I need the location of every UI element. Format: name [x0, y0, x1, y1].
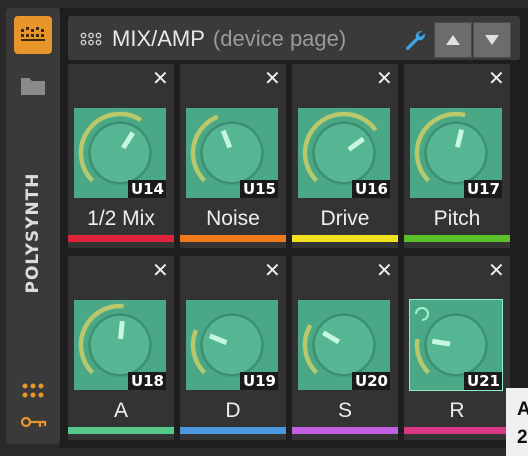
synth-icon-button[interactable] [14, 16, 52, 54]
macro-color-bar [292, 235, 398, 242]
macro-u-label: U21 [463, 372, 502, 390]
macro-u-label: U15 [239, 180, 278, 198]
macro-color-bar [180, 427, 286, 434]
macro-cell[interactable]: ✕ U15 Noise [180, 64, 286, 248]
arrow-down-icon [485, 35, 499, 45]
macro-cell[interactable]: ✕ U18 A [68, 256, 174, 440]
arrow-up-icon [446, 35, 460, 45]
macro-color-bar [404, 427, 510, 434]
macro-name: D [225, 399, 241, 422]
close-icon[interactable]: ✕ [264, 260, 281, 280]
macro-u-label: U18 [127, 372, 166, 390]
macro-color-bar [68, 235, 174, 242]
close-icon[interactable]: ✕ [264, 68, 281, 88]
macro-cell[interactable]: ✕ U21 R [404, 256, 510, 440]
tooltip: A 2 [506, 388, 528, 456]
macro-color-bar [180, 235, 286, 242]
page-subtitle: (device page) [212, 26, 347, 51]
macro-u-label: U14 [127, 180, 166, 198]
macro-name: A [113, 399, 128, 422]
macro-color-bar [68, 427, 174, 434]
page-title-text: MIX/AMP [112, 26, 205, 51]
macro-name: Pitch [433, 207, 481, 230]
device-panel: MIX/AMP (device page) ✕ U14 1/2 Mix ✕ U15 Nois… [60, 8, 528, 448]
macro-cell[interactable]: ✕ U14 1/2 Mix [68, 64, 174, 248]
macro-u-label: U16 [351, 180, 390, 198]
tooltip-line-2: 2 [517, 427, 528, 448]
macro-knob[interactable]: U18 [74, 300, 166, 390]
synth-icon [21, 27, 45, 41]
close-icon[interactable]: ✕ [152, 68, 169, 88]
wrench-icon[interactable] [402, 28, 426, 52]
macro-knob[interactable]: U16 [298, 108, 390, 198]
macro-name: Drive [320, 207, 370, 230]
page-title[interactable]: MIX/AMP (device page) [112, 26, 346, 52]
macro-knob[interactable]: U19 [186, 300, 278, 390]
macro-u-label: U19 [239, 372, 278, 390]
tooltip-line-1: A [517, 399, 528, 420]
dots-grid-icon[interactable] [21, 382, 45, 400]
macro-cell[interactable]: ✕ U16 Drive [292, 64, 398, 248]
macro-knob[interactable]: U14 [74, 108, 166, 198]
close-icon[interactable]: ✕ [152, 260, 169, 280]
close-icon[interactable]: ✕ [376, 68, 393, 88]
macro-knob[interactable]: U17 [410, 108, 502, 198]
close-icon[interactable]: ✕ [488, 68, 505, 88]
device-label: POLYSYNTH [23, 172, 43, 294]
close-icon[interactable]: ✕ [376, 260, 393, 280]
macro-name: R [449, 399, 465, 422]
macro-color-bar [404, 235, 510, 242]
grid-icon[interactable] [80, 32, 102, 46]
macro-color-bar [292, 427, 398, 434]
macro-cell[interactable]: ✕ U17 Pitch [404, 64, 510, 248]
macro-cell[interactable]: ✕ U20 S [292, 256, 398, 440]
macro-cell[interactable]: ✕ U19 D [180, 256, 286, 440]
macro-knob[interactable]: U15 [186, 108, 278, 198]
macro-u-label: U20 [351, 372, 390, 390]
macro-name: S [337, 399, 352, 422]
page-up-button[interactable] [434, 22, 472, 58]
page-down-button[interactable] [473, 22, 511, 58]
macro-u-label: U17 [463, 180, 502, 198]
sidebar: POLYSYNTH [6, 8, 60, 444]
close-icon[interactable]: ✕ [488, 260, 505, 280]
folder-icon[interactable] [20, 74, 46, 96]
macro-name: 1/2 Mix [87, 207, 155, 230]
key-icon[interactable] [20, 414, 48, 430]
device-header: MIX/AMP (device page) [68, 16, 520, 60]
macro-name: Noise [206, 207, 260, 230]
macro-knob[interactable]: U21 [409, 299, 503, 391]
macro-knob[interactable]: U20 [298, 300, 390, 390]
